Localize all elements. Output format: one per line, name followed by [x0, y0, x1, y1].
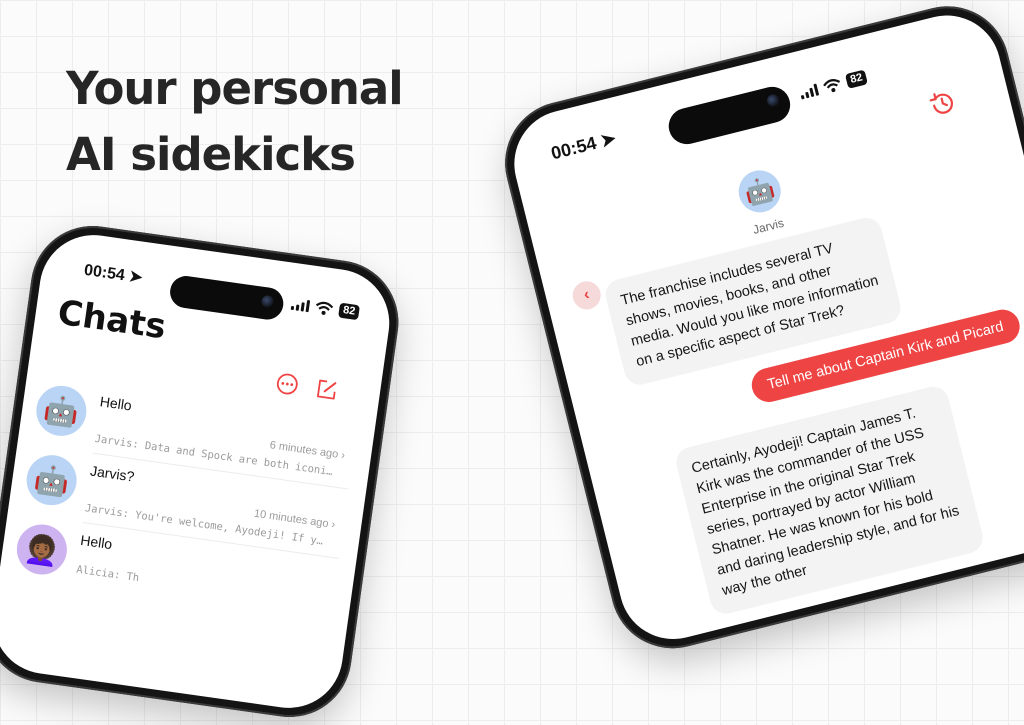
page-title: Chats — [55, 292, 169, 348]
chat-name: Hello — [98, 393, 133, 414]
phone-screen: 00:54 ➤ 82 Chats 🤖 Hello 6 minutes ago ›… — [0, 228, 397, 715]
phone-chats: 00:54 ➤ 82 Chats 🤖 Hello 6 minutes ago ›… — [0, 218, 407, 725]
history-icon[interactable] — [926, 87, 960, 121]
phone-conversation: 00:54 ➤ 82 ‹ 🤖 Jarvis The franchise incl… — [492, 0, 1024, 662]
status-time: 00:54 ➤ — [82, 261, 144, 287]
chevron-left-icon: ‹ — [581, 285, 592, 304]
headline-line-1: Your personal — [66, 62, 404, 115]
compose-icon[interactable] — [314, 377, 339, 402]
bot-avatar: 🤖 — [734, 165, 786, 217]
cellular-signal-icon — [290, 297, 311, 312]
status-indicators: 82 — [798, 69, 869, 100]
wifi-icon — [316, 301, 334, 315]
location-arrow-icon: ➤ — [127, 268, 144, 287]
phone-screen: 00:54 ➤ 82 ‹ 🤖 Jarvis The franchise incl… — [502, 4, 1024, 651]
location-arrow-icon: ➤ — [598, 127, 619, 152]
avatar: 🤖 — [33, 382, 90, 440]
back-button[interactable]: ‹ — [569, 278, 604, 313]
cellular-signal-icon — [799, 83, 820, 100]
dynamic-island — [168, 273, 286, 322]
dynamic-island — [664, 83, 794, 148]
avatar: 👩🏾‍🦱 — [13, 521, 71, 578]
camera-icon — [260, 294, 275, 309]
wifi-icon — [823, 78, 840, 92]
assistant-message: Certainly, Ayodeji! Captain James T. Kir… — [672, 383, 987, 618]
chat-name: Jarvis? — [89, 462, 136, 485]
camera-icon — [765, 93, 781, 108]
battery-indicator: 82 — [844, 69, 869, 89]
headline: Your personal AI sidekicks — [66, 56, 404, 188]
status-time: 00:54 ➤ — [548, 127, 619, 164]
chat-name: Hello — [79, 531, 114, 553]
more-options-icon[interactable] — [275, 372, 300, 397]
battery-indicator: 82 — [338, 302, 361, 321]
status-indicators: 82 — [290, 296, 361, 321]
headline-line-2: AI sidekicks — [66, 128, 356, 181]
chat-preview: Alicia: Th — [75, 563, 140, 585]
